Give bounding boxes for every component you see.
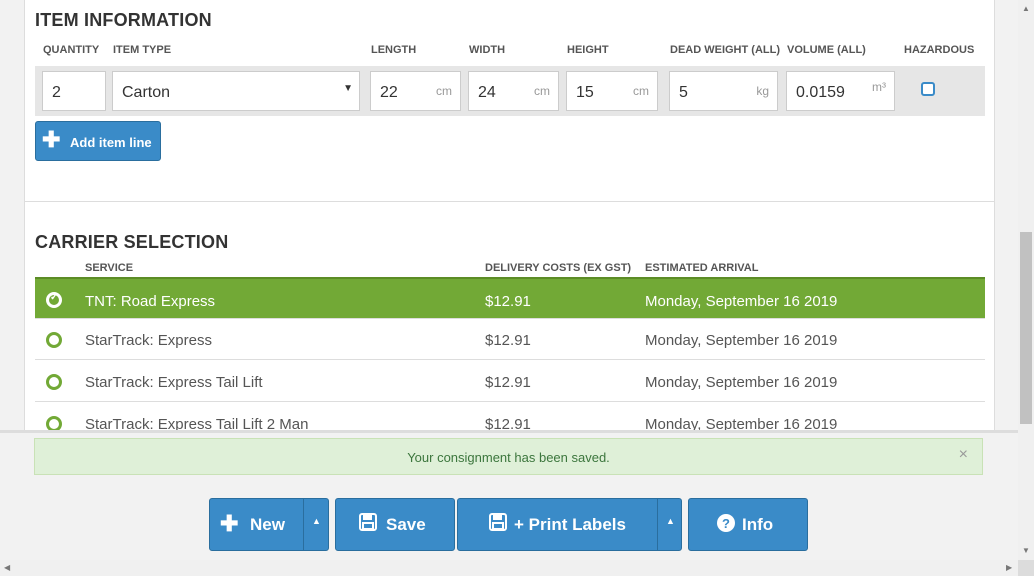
cost-column-label: DELIVERY COSTS (EX GST) [485,262,632,274]
svg-text:?: ? [722,516,730,531]
scrollbar-corner [1018,560,1034,576]
section-divider [25,201,994,202]
close-icon[interactable]: × [959,446,968,464]
height-value: 15 [576,84,594,101]
new-button-group: ✚ New ▲ [209,498,329,551]
width-unit: cm [534,84,550,98]
radio-circle-icon [46,332,62,348]
item-type-column-label: ITEM TYPE [113,44,172,56]
carrier-cost: $12.91 [485,293,531,310]
carrier-cost: $12.91 [485,332,531,349]
height-unit: cm [633,84,649,98]
hazardous-checkbox[interactable] [921,82,935,96]
height-input[interactable]: 15 cm [566,71,658,111]
volume-unit: m³ [872,80,886,94]
width-value: 24 [478,84,496,101]
carrier-service: TNT: Road Express [85,293,216,310]
carrier-row[interactable]: ✓ TNT: Road Express $12.91 Monday, Septe… [35,277,985,319]
carrier-service: StarTrack: Express [85,332,212,349]
length-unit: cm [436,84,452,98]
horizontal-scrollbar[interactable]: ◀ ▶ [0,560,1018,576]
print-dropdown-toggle[interactable]: ▲ [657,498,683,551]
length-value: 22 [380,84,398,101]
scroll-left-icon[interactable]: ◀ [4,563,10,572]
add-item-line-button[interactable]: ✚ Add item line [35,121,161,161]
vertical-scrollbar[interactable]: ▲ ▼ [1018,0,1034,560]
print-labels-button-group: + Print Labels ▲ [457,498,682,551]
dead-weight-unit: kg [756,84,769,98]
carrier-service: StarTrack: Express Tail Lift [85,374,263,391]
carrier-row[interactable]: StarTrack: Express $12.91 Monday, Septem… [35,320,985,360]
length-column-label: LENGTH [371,44,417,56]
item-type-select[interactable]: Carton ▼ [112,71,360,111]
length-input[interactable]: 22 cm [370,71,461,111]
check-circle-icon: ✓ [46,292,62,308]
scroll-up-icon[interactable]: ▲ [1022,4,1030,13]
width-input[interactable]: 24 cm [468,71,559,111]
print-labels-label: + Print Labels [514,515,626,534]
carrier-cost: $12.91 [485,374,531,391]
save-button-label: Save [386,515,426,534]
print-labels-button[interactable]: + Print Labels [458,499,657,550]
dead-weight-column-label: DEAD WEIGHT (ALL) [670,44,780,56]
floppy-disk-icon [488,512,508,532]
save-button[interactable]: Save [335,498,455,551]
info-button[interactable]: ? Info [688,498,808,551]
eta-column-label: ESTIMATED ARRIVAL [645,262,759,274]
dead-weight-value: 5 [679,84,688,101]
scroll-right-icon[interactable]: ▶ [1006,563,1012,572]
quantity-column-label: QUANTITY [43,44,100,56]
carrier-eta: Monday, September 16 2019 [645,374,838,391]
volume-value: 0.0159 [796,84,845,101]
carrier-row[interactable]: StarTrack: Express Tail Lift $12.91 Mond… [35,362,985,402]
item-line-row: 2 Carton ▼ 22 cm 24 cm 15 cm 5 kg 0.0159… [35,66,985,116]
plus-icon: ✚ [42,127,61,152]
new-button[interactable]: ✚ New [210,499,303,550]
page: ITEM INFORMATION QUANTITY ITEM TYPE LENG… [0,0,1018,560]
hazardous-column-label: HAZARDOUS [904,44,975,56]
caret-up-icon: ▲ [312,516,321,526]
caret-up-icon: ▲ [666,516,675,526]
height-column-label: HEIGHT [567,44,609,56]
consignment-panel: ITEM INFORMATION QUANTITY ITEM TYPE LENG… [24,0,995,444]
scrollbar-thumb[interactable] [1020,232,1032,424]
new-dropdown-toggle[interactable]: ▲ [303,498,330,551]
volume-column-label: VOLUME (ALL) [787,44,866,56]
chevron-down-icon: ▼ [343,83,353,94]
carrier-selection-title: CARRIER SELECTION [35,232,229,252]
floppy-disk-icon [358,512,378,532]
alert-message: Your consignment has been saved. [407,450,610,465]
scroll-down-icon[interactable]: ▼ [1022,546,1030,555]
info-button-label: Info [742,515,774,534]
success-alert: Your consignment has been saved. × [34,438,983,475]
width-column-label: WIDTH [469,44,506,56]
item-type-value: Carton [122,84,171,101]
radio-circle-icon [46,374,62,390]
carrier-eta: Monday, September 16 2019 [645,293,838,310]
dead-weight-input[interactable]: 5 kg [669,71,778,111]
service-column-label: SERVICE [85,262,134,274]
item-information-title: ITEM INFORMATION [35,10,212,30]
plus-icon: ✚ [220,511,239,536]
quantity-input[interactable]: 2 [42,71,106,111]
question-circle-icon: ? [717,514,735,532]
add-item-line-label: Add item line [70,135,152,150]
quantity-value: 2 [52,84,61,101]
volume-input[interactable]: 0.0159 m³ [786,71,895,111]
carrier-eta: Monday, September 16 2019 [645,332,838,349]
new-button-label: New [250,515,285,534]
